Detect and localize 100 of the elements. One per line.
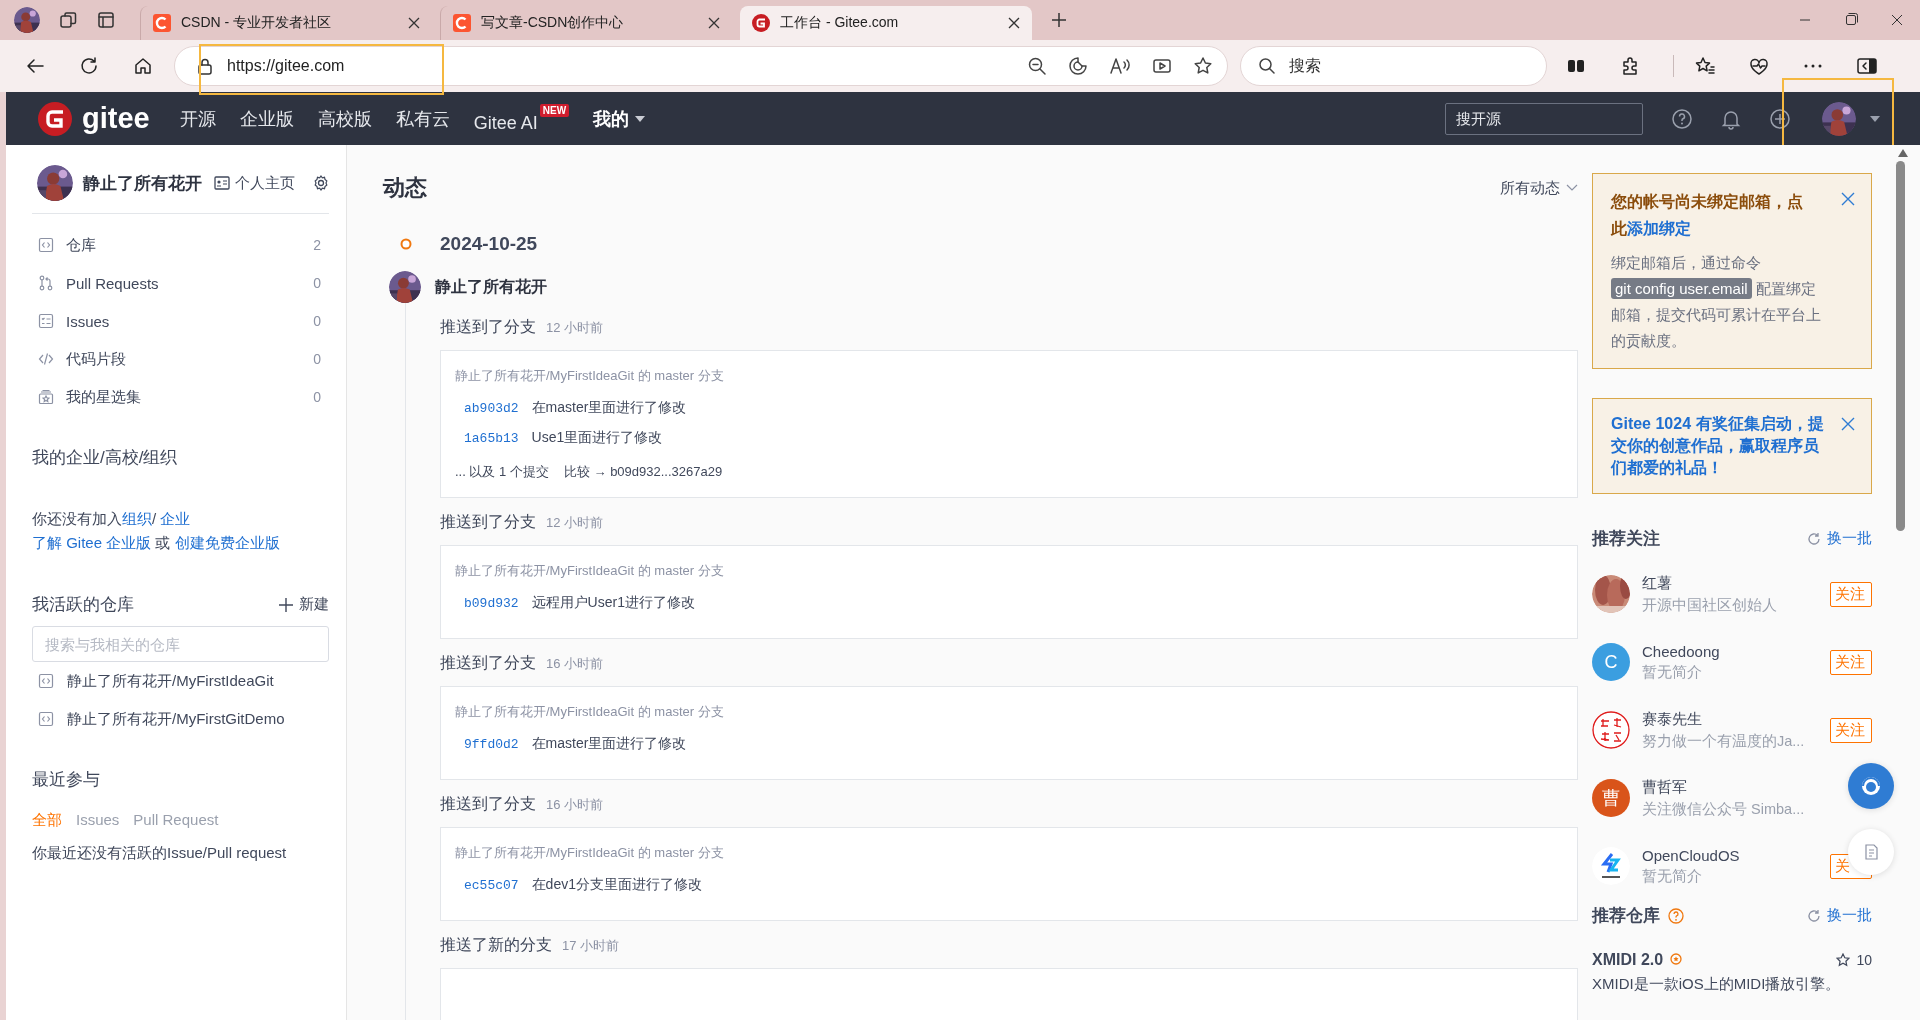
user-name[interactable]: 静止了所有花开	[83, 171, 204, 195]
compare-link[interactable]: 比较 → b09d932...3267a29	[563, 463, 723, 481]
timestamp: 16 小时前	[546, 655, 604, 673]
repository-icon	[38, 673, 54, 689]
sidebar-item[interactable]: 代码片段 0	[32, 340, 329, 378]
immersive-reader-icon[interactable]	[1152, 56, 1173, 76]
reload-icon[interactable]	[78, 55, 100, 77]
sidebar-item[interactable]: Pull Requests 0	[32, 264, 329, 302]
event-action: 推送到了分支	[440, 512, 536, 532]
more-commits-text: ... 以及 1 个提交	[455, 463, 549, 481]
section-title: 我活跃的仓库	[32, 594, 134, 616]
read-aloud-icon[interactable]	[1109, 56, 1132, 76]
user-name[interactable]: 赛泰先生	[1642, 709, 1702, 729]
code-snippet: git config user.email	[1611, 278, 1752, 299]
event-action: 推送到了分支	[440, 653, 536, 673]
close-icon[interactable]	[408, 17, 420, 29]
filter-dropdown[interactable]: 所有动态	[1500, 178, 1578, 198]
scrollbar-thumb[interactable]	[1896, 161, 1905, 531]
scroll-up-icon[interactable]	[1898, 149, 1908, 157]
repo-link[interactable]: XMIDI 2.0	[1592, 951, 1664, 969]
sidebar-item[interactable]: Issues 0	[32, 302, 329, 340]
repo-link[interactable]: 静止了所有花开/MyFirstGitDemo	[32, 700, 329, 738]
user-bio: 暂无简介	[1642, 662, 1702, 682]
user-name[interactable]: 红薯	[1642, 573, 1672, 593]
sidebar-toggle-icon[interactable]	[1856, 55, 1878, 77]
link[interactable]: 创建免费企业版	[174, 534, 280, 551]
star-icon	[1836, 953, 1851, 967]
user-avatar: 曹	[1592, 779, 1630, 817]
tab-actions-icon[interactable]	[96, 10, 116, 30]
user-name[interactable]: OpenCloudOS	[1642, 846, 1740, 864]
zoom-out-icon[interactable]	[1027, 56, 1048, 76]
nav-link[interactable]: 高校版	[317, 106, 372, 131]
repo-description: XMIDI是一款iOS上的MIDI播放引擎。	[1592, 975, 1842, 994]
refresh-icon	[1807, 908, 1821, 923]
commit-hash-link[interactable]: ec55c07	[464, 877, 519, 893]
caret-icon	[635, 115, 646, 122]
star-count: 10	[1856, 952, 1872, 968]
notice-text: 绑定邮箱后，通过命令 git config user.email 配置绑定邮箱，提交代码可累计在平台上的贡献度。	[1611, 254, 1822, 351]
scrollbar[interactable]	[1884, 145, 1920, 1020]
user-name[interactable]: 曹哲军	[1642, 777, 1687, 797]
event-action: 推送到了分支	[440, 317, 536, 337]
nav-link[interactable]: 私有云	[395, 106, 450, 131]
link[interactable]: 添加绑定	[1627, 220, 1691, 237]
date-heading: 2024-10-25	[440, 233, 538, 255]
close-icon[interactable]	[1008, 17, 1020, 29]
workspaces-icon[interactable]	[58, 10, 78, 30]
search-field[interactable]: 搜开源	[1445, 102, 1643, 135]
item-count: 0	[313, 389, 322, 405]
home-icon[interactable]	[132, 55, 154, 77]
commit-hash-link[interactable]: b09d932	[464, 595, 519, 611]
link[interactable]: 企业	[160, 510, 191, 527]
user-name[interactable]: Cheedoong	[1642, 642, 1720, 660]
section-title: 我的企业/高校/组织	[32, 447, 179, 469]
id-card-icon	[214, 176, 230, 190]
star-collection-icon	[38, 389, 54, 405]
new-tab-icon[interactable]	[1050, 11, 1068, 29]
new-badge: NEW	[539, 103, 570, 117]
timeline-dot-icon	[400, 238, 412, 250]
settings-icon[interactable]	[313, 175, 329, 191]
add-icon[interactable]	[1769, 107, 1791, 130]
timestamp: 17 小时前	[562, 937, 620, 955]
gitee-logo-icon[interactable]	[38, 101, 72, 136]
user-bio: 暂无简介	[1642, 866, 1702, 886]
section-title: 推荐关注	[1592, 528, 1660, 550]
commit-message: Use1里面进行了修改	[531, 429, 663, 447]
page-title: 动态	[383, 174, 427, 202]
sidebar-item[interactable]: 我的星选集 0	[32, 378, 329, 416]
commit-hash-link[interactable]: 1a65b13	[464, 430, 519, 446]
gitee-logo-icon	[752, 14, 770, 32]
search-icon	[1258, 57, 1277, 75]
refresh-link[interactable]: 换一批	[1807, 906, 1872, 925]
commit-hash-link[interactable]: ab903d2	[464, 400, 519, 416]
timestamp: 12 小时前	[546, 319, 604, 337]
new-repo-link[interactable]: 新建	[279, 595, 329, 614]
refresh-link[interactable]: 换一批	[1807, 529, 1872, 548]
favorite-star-icon[interactable]	[1193, 56, 1214, 76]
link[interactable]: 组织	[122, 510, 152, 527]
url-text: https://gitee.com	[227, 57, 345, 75]
user-name[interactable]: 静止了所有花开	[435, 276, 547, 298]
browser-tab[interactable]: 工作台 - Gitee.com	[740, 6, 1032, 40]
chevron-down-icon	[1566, 184, 1578, 192]
close-icon[interactable]	[708, 17, 720, 29]
address-bar[interactable]: https://gitee.com	[174, 46, 1229, 86]
favorites-icon[interactable]	[1694, 55, 1716, 77]
help-icon[interactable]	[1671, 107, 1693, 130]
repo-link[interactable]: 静止了所有花开/MyFirstIdeaGit	[32, 662, 329, 700]
nav-link[interactable]: 企业版	[239, 106, 294, 131]
caret-icon	[1870, 115, 1880, 122]
sidebar-item[interactable]: 仓库 2	[32, 226, 329, 264]
account-menu[interactable]	[1822, 101, 1880, 136]
nav-dropdown[interactable]: 我的	[593, 106, 646, 131]
event-action: 推送到了分支	[440, 794, 536, 814]
commit-hash-link[interactable]: 9ffd0d2	[464, 736, 519, 752]
link[interactable]: 了解 Gitee 企业版	[32, 534, 152, 551]
logo-text[interactable]: gitee	[82, 102, 150, 135]
timestamp: 16 小时前	[546, 796, 604, 814]
profile-link[interactable]: 个人主页	[214, 173, 295, 193]
user-bio: 开源中国社区创始人	[1642, 595, 1777, 615]
nav-link[interactable]: 开源	[179, 106, 216, 131]
nav-link[interactable]: Gitee AI	[473, 112, 538, 134]
